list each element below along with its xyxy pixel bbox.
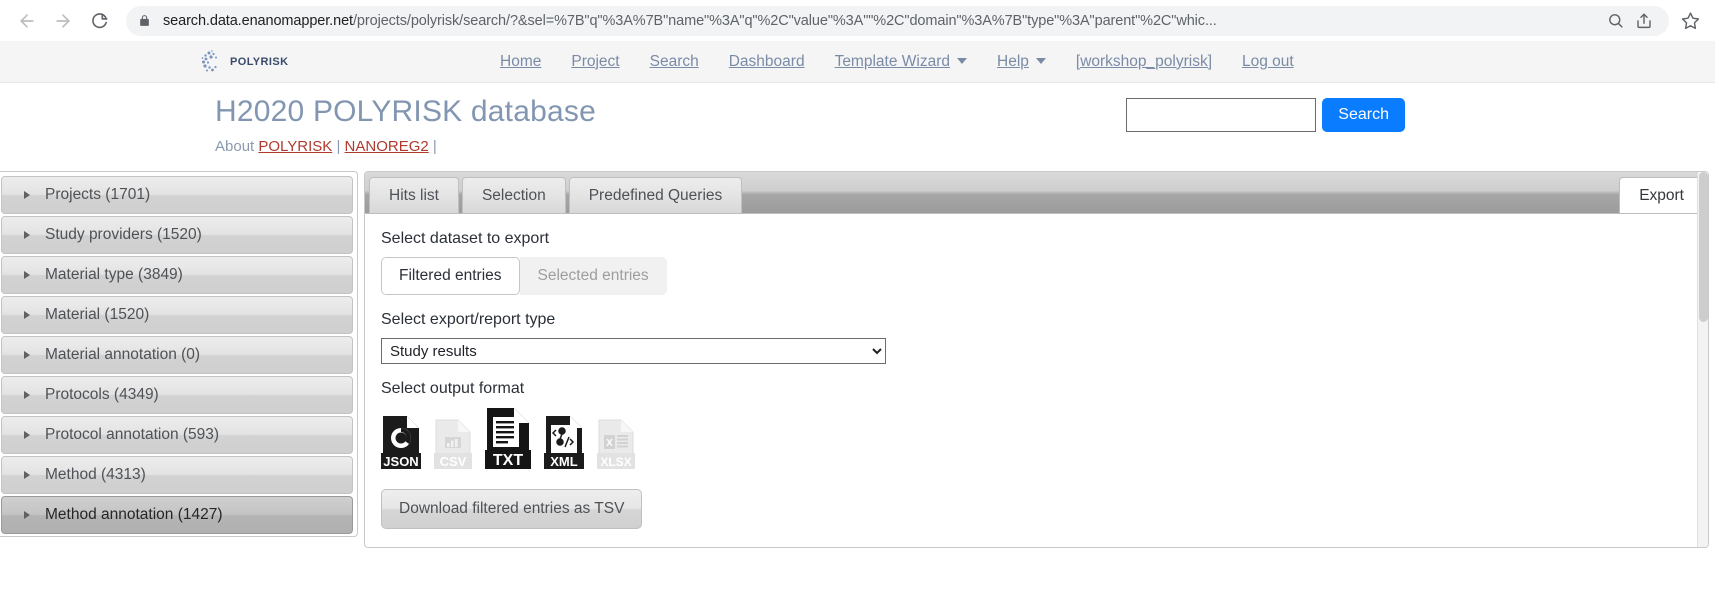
back-arrow-icon[interactable] [10, 4, 44, 38]
chevron-right-icon [24, 471, 30, 479]
page-root: POLYRISK Home Project Search Dashboard T… [0, 41, 1715, 548]
csv-format-icon: CSV [434, 419, 472, 469]
url-text: search.data.enanomapper.net/projects/pol… [163, 13, 1217, 29]
sidebar-item-projects[interactable]: Projects (1701) [1, 176, 353, 214]
sidebar-item-method-annotation[interactable]: Method annotation (1427) [1, 496, 353, 534]
filtered-entries-button[interactable]: Filtered entries [381, 257, 520, 295]
report-type-select[interactable]: Study results [381, 338, 886, 364]
about-label: About [215, 138, 255, 155]
about-separator-2: | [432, 138, 437, 155]
sidebar-item-label: Projects (1701) [45, 186, 151, 203]
forward-arrow-icon[interactable] [46, 4, 80, 38]
address-bar[interactable]: search.data.enanomapper.net/projects/pol… [126, 5, 1669, 36]
nav-link-dashboard[interactable]: Dashboard [729, 53, 805, 71]
output-format-label: Select output format [381, 380, 525, 397]
about-link-nanoreg2[interactable]: NANOREG2 [345, 138, 429, 155]
nav-link-project[interactable]: Project [571, 53, 619, 71]
polyrisk-logo-icon [200, 49, 226, 75]
search-input[interactable] [1126, 98, 1317, 132]
chevron-right-icon [24, 271, 30, 279]
nav-link-help[interactable]: Help [997, 53, 1046, 71]
chevron-right-icon [24, 231, 30, 239]
search-button[interactable]: Search [1322, 98, 1405, 132]
tab-export[interactable]: Export [1619, 177, 1704, 213]
tab-strip: Hits list Selection Predefined Queries E… [365, 172, 1708, 214]
nav-link-search[interactable]: Search [650, 53, 699, 71]
sidebar-item-label: Protocols (4349) [45, 386, 159, 403]
sidebar-item-label: Method annotation (1427) [45, 506, 223, 523]
about-separator-1: | [336, 138, 341, 155]
xlsx-format-icon: X XLSX [597, 419, 635, 469]
nav-link-home[interactable]: Home [500, 53, 541, 71]
header-search: Search [1126, 98, 1405, 132]
chevron-right-icon [24, 351, 30, 359]
nav-links: Home Project Search Dashboard Template W… [500, 53, 1294, 71]
about-link-polyrisk[interactable]: POLYRISK [258, 138, 332, 155]
sidebar-item-method[interactable]: Method (4313) [1, 456, 353, 494]
export-panel-body: Select dataset to export Filtered entrie… [365, 214, 1708, 547]
svg-text:X: X [606, 438, 613, 449]
sidebar-item-study-providers[interactable]: Study providers (1520) [1, 216, 353, 254]
share-icon[interactable] [1631, 8, 1657, 34]
xml-format-icon[interactable]: XML [544, 415, 584, 469]
lock-icon [138, 14, 151, 27]
chevron-right-icon [24, 391, 30, 399]
page-header: H2020 POLYRISK database About POLYRISK |… [0, 83, 1715, 171]
dataset-toggle-group: Filtered entries Selected entries [381, 257, 667, 295]
svg-text:JSON: JSON [383, 454, 418, 469]
url-path: /projects/polyrisk/search/?&sel=%7B"q"%3… [352, 12, 1217, 29]
header-inner: H2020 POLYRISK database About POLYRISK |… [0, 95, 1715, 155]
report-type-label: Select export/report type [381, 311, 556, 328]
star-icon[interactable] [1675, 6, 1705, 36]
chevron-right-icon [24, 191, 30, 199]
sidebar-item-label: Material annotation (0) [45, 346, 201, 363]
panel-scrollbar[interactable] [1697, 172, 1708, 547]
svg-text:TXT: TXT [493, 452, 523, 469]
results-panel: Hits list Selection Predefined Queries E… [364, 171, 1709, 548]
sidebar-item-material-type[interactable]: Material type (3849) [1, 256, 353, 294]
download-button[interactable]: Download filtered entries as TSV [381, 489, 643, 529]
sidebar-item-protocol-annotation[interactable]: Protocol annotation (593) [1, 416, 353, 454]
brand[interactable]: POLYRISK [200, 49, 500, 75]
page-title: H2020 POLYRISK database [215, 95, 596, 128]
omnibox-actions [1592, 8, 1657, 34]
site-navbar: POLYRISK Home Project Search Dashboard T… [0, 41, 1715, 83]
url-host: search.data.enanomapper.net [163, 12, 353, 29]
facet-sidebar: Projects (1701) Study providers (1520) M… [0, 171, 358, 537]
main-content: Projects (1701) Study providers (1520) M… [0, 171, 1715, 548]
browser-toolbar: search.data.enanomapper.net/projects/pol… [0, 0, 1715, 41]
tab-hits-list[interactable]: Hits list [369, 177, 459, 213]
sidebar-item-label: Material type (3849) [45, 266, 183, 283]
sidebar-item-material[interactable]: Material (1520) [1, 296, 353, 334]
about-line: About POLYRISK | NANOREG2 | [215, 138, 1715, 155]
json-format-icon[interactable]: JSON [381, 415, 421, 469]
nav-link-user-account[interactable]: [workshop_polyrisk] [1076, 53, 1212, 71]
txt-format-icon[interactable]: TXT [485, 407, 531, 469]
sidebar-item-material-annotation[interactable]: Material annotation (0) [1, 336, 353, 374]
search-magnifier-icon[interactable] [1602, 8, 1628, 34]
svg-text:XML: XML [550, 454, 578, 469]
nav-link-logout[interactable]: Log out [1242, 53, 1294, 71]
chevron-right-icon [24, 311, 30, 319]
brand-label: POLYRISK [230, 55, 289, 68]
scrollbar-thumb[interactable] [1699, 172, 1708, 322]
tab-predefined-queries[interactable]: Predefined Queries [568, 177, 743, 213]
chevron-right-icon [24, 431, 30, 439]
svg-text:CSV: CSV [440, 454, 467, 469]
selected-entries-button: Selected entries [519, 257, 667, 295]
reload-icon[interactable] [82, 4, 116, 38]
sidebar-item-protocols[interactable]: Protocols (4349) [1, 376, 353, 414]
output-format-list: JSON CSV TXT XML X XLSX [381, 407, 1708, 469]
tab-selection[interactable]: Selection [461, 177, 566, 213]
chevron-right-icon [24, 511, 30, 519]
sidebar-item-label: Protocol annotation (593) [45, 426, 220, 443]
svg-text:XLSX: XLSX [600, 455, 631, 469]
sidebar-item-label: Method (4313) [45, 466, 146, 483]
sidebar-item-label: Material (1520) [45, 306, 150, 323]
dataset-label: Select dataset to export [381, 230, 550, 247]
sidebar-item-label: Study providers (1520) [45, 226, 202, 243]
nav-link-template-wizard[interactable]: Template Wizard [835, 53, 967, 71]
